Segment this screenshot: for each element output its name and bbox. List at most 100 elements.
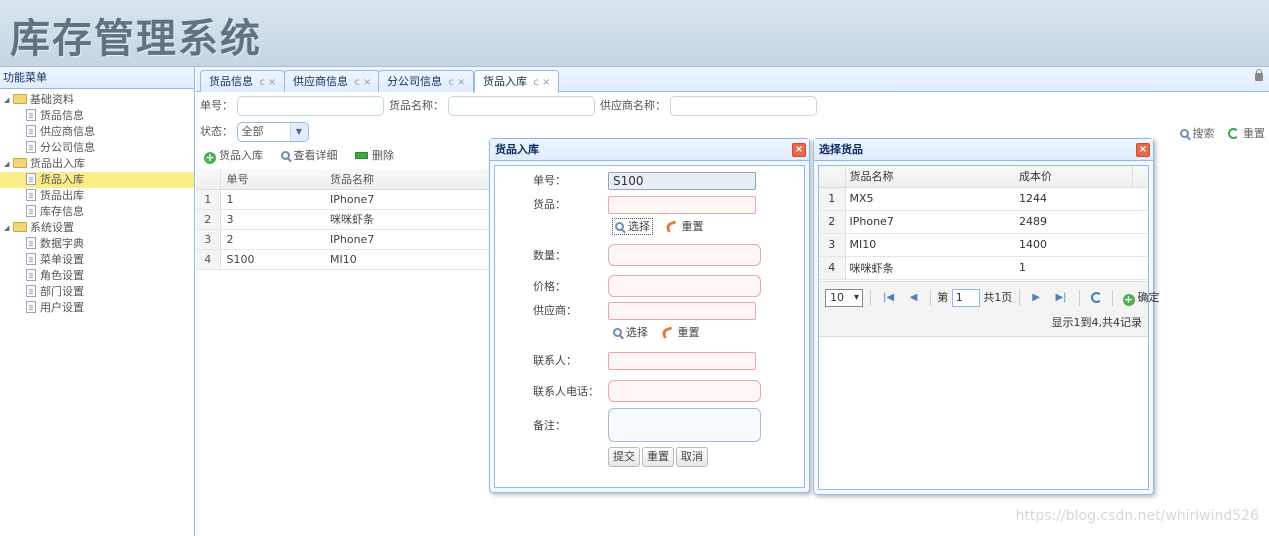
search-row-1: 单号： 货品名称： 供应商名称： [200,95,817,117]
folder-icon [13,158,27,168]
choose-goods-button[interactable]: 选择 [612,218,653,235]
undo-icon [660,326,674,339]
menu-tree: ◢ 基础资料 货品信息 供应商信息 分公司信息 ◢ 货品出入库 货品入库 货品出库 … [0,92,194,316]
supplier-name-input[interactable] [669,96,817,116]
tree-item-goods-in[interactable]: 货品入库 [0,172,194,188]
collapse-icon[interactable]: ◢ [4,92,13,108]
dialog-body: 单号： S100 货品： 选择 重置 数量： 价格： 供应商： 选择 重置 联系… [494,165,805,488]
goods-field-label: 货品： [533,198,566,211]
collapse-icon[interactable]: ◢ [4,156,13,172]
table-row[interactable]: 4 咪咪虾条 1 [819,256,1148,280]
table-row[interactable]: 2 IPhone7 2489 [819,210,1148,234]
tree-item-goods-out[interactable]: 货品出库 [0,188,194,204]
table-row[interactable]: 1 MX5 1244 [819,187,1148,211]
file-icon [26,173,36,185]
reset-supplier-button[interactable]: 重置 [660,326,700,339]
tree-item-stock-info[interactable]: 库存信息 [0,204,194,220]
file-icon [26,253,36,265]
function-menu-panel: 功能菜单 ◢ 基础资料 货品信息 供应商信息 分公司信息 ◢ 货品出入库 货品入库 … [0,67,195,536]
goods-field[interactable] [608,196,756,214]
tree-item-supplier-info[interactable]: 供应商信息 [0,124,194,140]
tab-goods-in[interactable]: 货品入库 c × [474,70,560,93]
tree-item-goods-info[interactable]: 货品信息 [0,108,194,124]
reset-goods-button[interactable]: 重置 [664,220,704,233]
close-icon[interactable]: × [542,77,550,88]
lock-icon[interactable] [1255,69,1263,81]
refresh-icon[interactable]: c [355,77,361,88]
search-icon [280,151,290,160]
search-button[interactable]: 搜索 [1179,127,1215,140]
dialog-title: 货品入库 × [490,139,809,161]
file-icon [26,301,36,313]
view-detail-button[interactable]: 查看详细 [280,149,338,162]
phone-field[interactable] [608,380,761,402]
quantity-field[interactable] [608,244,761,266]
tab-branch-info[interactable]: 分公司信息 c × [378,70,475,92]
table-row[interactable]: 3 MI10 1400 [819,233,1148,257]
grid-header-row: 货品名称 成本价 [819,166,1148,188]
prev-page-icon[interactable]: ◀ [910,288,918,308]
tree-item-dictionary[interactable]: 数据字典 [0,236,194,252]
tree-group-basic[interactable]: ◢ 基础资料 [0,92,194,108]
phone-field-label: 联系人电话： [533,385,599,398]
select-goods-dialog: 选择货品 × 货品名称 成本价 1 MX5 1244 2 IPhone7 2489 [813,138,1160,495]
reset-button[interactable]: 重置 [1228,127,1265,140]
order-no-input[interactable] [236,96,384,116]
tree-item-dept-settings[interactable]: 部门设置 [0,284,194,300]
last-page-icon[interactable]: ▶| [1055,288,1066,308]
delete-button[interactable]: 删除 [355,149,394,162]
first-page-icon[interactable]: |◀ [883,288,894,308]
page-number-input[interactable]: 1 [951,289,980,307]
cancel-button[interactable]: 取消 [676,447,708,467]
refresh-icon[interactable]: c [449,77,455,88]
chevron-down-icon[interactable]: ▼ [289,123,308,141]
file-icon [26,189,36,201]
submit-button[interactable]: 提交 [608,447,640,467]
price-field[interactable] [608,275,761,297]
pager-info: 显示1到4,共4记录 [1051,316,1143,329]
confirm-button[interactable]: + 确定 [1120,291,1160,306]
tab-supplier-info[interactable]: 供应商信息 c × [284,70,381,92]
menu-panel-title: 功能菜单 [0,67,194,89]
supplier-field-label: 供应商： [533,304,577,317]
column-header[interactable]: 货品名称 [845,166,1015,188]
pagination-bar: 10 |◀ ◀ 第 1 共1页 ▶ ▶| +确定 显示1到4,共4记录 [819,281,1160,337]
close-icon[interactable]: × [1136,143,1150,157]
tab-goods-info[interactable]: 货品信息 c × [200,70,286,92]
goods-name-input[interactable] [447,96,595,116]
close-icon[interactable]: × [363,77,371,88]
remark-field-label: 备注： [533,419,566,432]
search-row-2: 状态： 全部 ▼ [200,121,309,143]
order-no-field[interactable]: S100 [608,172,756,190]
tree-group-inout[interactable]: ◢ 货品出入库 [0,156,194,172]
search-actions: 搜索 重置 [1170,125,1265,143]
remark-field[interactable] [608,408,761,442]
reset-form-button[interactable]: 重置 [642,447,674,467]
file-icon [26,125,36,137]
refresh-icon[interactable] [1090,292,1102,303]
next-page-icon[interactable]: ▶ [1032,288,1040,308]
goods-in-dialog: 货品入库 × 单号： S100 货品： 选择 重置 数量： 价格： 供应商： 选择… [489,138,810,493]
tree-item-role-settings[interactable]: 角色设置 [0,268,194,284]
refresh-icon[interactable]: c [260,77,266,88]
tree-group-system[interactable]: ◢ 系统设置 [0,220,194,236]
supplier-field[interactable] [608,302,756,320]
tree-item-menu-settings[interactable]: 菜单设置 [0,252,194,268]
close-icon[interactable]: × [268,77,276,88]
add-goods-in-button[interactable]: + 货品入库 [204,149,263,164]
column-header[interactable]: 单号 [220,169,324,190]
search-icon [1179,129,1189,138]
close-icon[interactable]: × [792,143,806,157]
tree-item-user-settings[interactable]: 用户设置 [0,300,194,316]
contact-field[interactable] [608,352,756,370]
choose-supplier-button[interactable]: 选择 [613,326,648,339]
refresh-icon[interactable]: c [534,77,540,88]
tree-item-branch-info[interactable]: 分公司信息 [0,140,194,156]
column-header[interactable]: 成本价 [1015,166,1133,188]
page-size-select[interactable]: 10 [825,289,863,307]
close-icon[interactable]: × [457,77,465,88]
add-icon: + [1122,293,1135,306]
collapse-icon[interactable]: ◢ [4,220,13,236]
status-select[interactable]: 全部 ▼ [236,122,309,142]
dialog-title: 选择货品 × [814,139,1153,161]
